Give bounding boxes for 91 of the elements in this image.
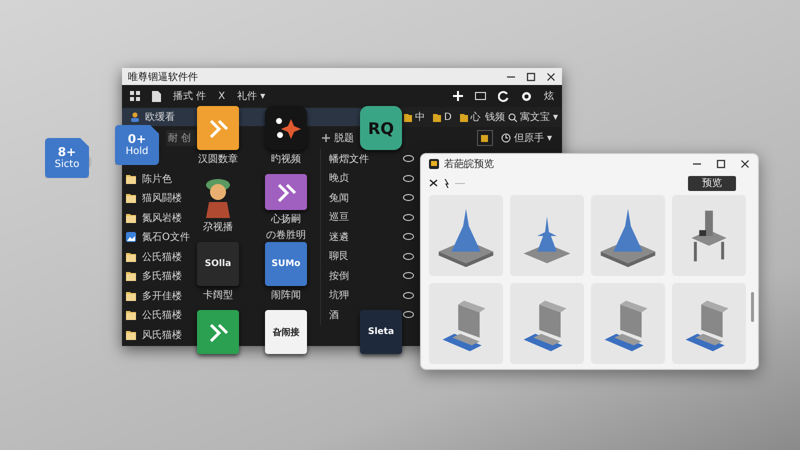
item-name[interactable]: 坑狎 (329, 288, 349, 302)
app-icon[interactable]: SUMo (265, 242, 307, 286)
file-name[interactable]: 氮石O文件 (142, 230, 190, 244)
folder-icon (126, 252, 136, 262)
toolbar-item[interactable]: 播式 件 (173, 89, 206, 103)
file-name[interactable]: 多氏猫楼 (142, 269, 182, 284)
search-value[interactable]: 寓文宝 ▾ (520, 110, 558, 124)
item-name[interactable]: 兔闻 (329, 190, 349, 205)
icon-glyph: 0+ (128, 132, 146, 146)
eye-icon[interactable] (403, 252, 414, 260)
app-label: 旳视频 (271, 152, 301, 166)
file-name[interactable]: 公氏猫楼 (142, 308, 182, 322)
item-name[interactable]: 聊艮 (329, 249, 349, 264)
icon-label: Sicto (54, 158, 80, 170)
toolbar-item[interactable]: 礼件 ▾ (237, 89, 266, 103)
eye-icon[interactable] (403, 272, 414, 280)
eye-icon[interactable] (403, 233, 414, 240)
grid-icon[interactable] (130, 91, 140, 101)
search-label: 钱频 (484, 110, 505, 124)
item-name[interactable]: 晚贞 (329, 171, 349, 186)
close-icon[interactable] (740, 159, 750, 169)
monitor-icon[interactable] (475, 92, 486, 100)
file-name[interactable]: 陈片色 (142, 172, 172, 186)
file-icon[interactable]: 8+ Sicto (45, 138, 89, 178)
clock-icon (500, 133, 511, 143)
app-label: 卡阔型 (203, 288, 233, 302)
tab[interactable]: 心 (460, 110, 481, 124)
tab[interactable]: 中 (404, 110, 425, 124)
scrollbar[interactable] (751, 292, 754, 322)
folder-icon (460, 112, 468, 122)
file-name[interactable]: 氮风岩楼 (142, 210, 182, 225)
item-name[interactable]: 幡熠文件 (329, 152, 369, 166)
folder-icon (126, 290, 136, 301)
eye-icon[interactable] (403, 194, 414, 202)
document-icon[interactable] (152, 90, 161, 102)
preview-button[interactable]: 预览 (688, 176, 736, 190)
settings-icon[interactable] (521, 90, 532, 102)
folder-icon (433, 112, 441, 122)
cross-icon[interactable] (429, 179, 438, 187)
app-label: 尕视播 (203, 220, 233, 234)
folder-icon (126, 271, 136, 282)
flag-icon (481, 134, 488, 142)
app-label: 汉圆数章 (198, 152, 238, 166)
icon-glyph: 8+ (58, 146, 76, 158)
toolbar-item[interactable]: 炫 (544, 89, 554, 103)
eye-icon[interactable] (403, 292, 414, 299)
tab[interactable]: D (433, 112, 452, 122)
app-icon[interactable]: 旮闹接 (265, 310, 307, 354)
eye-icon[interactable] (403, 174, 414, 182)
app-icon (429, 159, 439, 169)
folder-icon (126, 212, 136, 223)
image-icon (126, 232, 136, 242)
item-name[interactable]: 按倒 (329, 268, 349, 283)
item-name[interactable]: 迷遴 (329, 230, 349, 244)
app-icon[interactable]: RQ (360, 106, 402, 150)
filter-field[interactable]: 耐 创 (166, 130, 196, 146)
close-icon[interactable] (546, 72, 556, 82)
column-label: 脱题 (334, 132, 354, 145)
sort-dropdown[interactable]: 但原手 ▾ (514, 131, 552, 145)
app-label: 心扬嗣 (271, 212, 301, 226)
app-label: 闹阵闻 (271, 288, 301, 302)
refresh-icon[interactable] (498, 90, 509, 102)
window-title: 唯尊锢逼软件件 (128, 70, 198, 84)
folder-icon (126, 193, 136, 204)
toolbar-item[interactable]: X (218, 90, 226, 102)
file-name[interactable]: 猫风闘楼 (142, 191, 182, 206)
nav-item[interactable]: 欧缓看 (130, 110, 175, 124)
people-icon (130, 112, 140, 122)
item-name[interactable]: 酒 (329, 308, 339, 322)
search-icon[interactable] (508, 112, 517, 122)
folder-icon (126, 330, 136, 340)
file-name[interactable]: 公氏猫楼 (142, 250, 182, 264)
folder-icon (126, 174, 136, 184)
eye-icon[interactable] (403, 155, 414, 162)
file-name[interactable]: 多开佳楼 (142, 288, 182, 303)
app-label: の卷胜明 (266, 228, 306, 242)
maximize-icon[interactable] (526, 72, 536, 82)
flag-button[interactable] (476, 130, 493, 146)
plus-icon[interactable] (322, 134, 330, 142)
window-title: 若葩皖预览 (444, 158, 494, 171)
folder-icon (404, 112, 412, 122)
icon-label: Hold (126, 146, 148, 158)
app-icon[interactable]: Sleta (360, 310, 402, 354)
item-name[interactable]: 巡亘 (329, 210, 349, 224)
file-name[interactable]: 风氏猫楼 (142, 328, 182, 342)
file-icon[interactable]: 0+ Hold (115, 125, 159, 165)
eye-icon[interactable] (403, 214, 414, 221)
app-icon[interactable]: SOlla (197, 242, 239, 286)
eye-icon[interactable] (403, 311, 414, 318)
folder-icon (126, 310, 136, 320)
maximize-icon[interactable] (716, 159, 726, 169)
